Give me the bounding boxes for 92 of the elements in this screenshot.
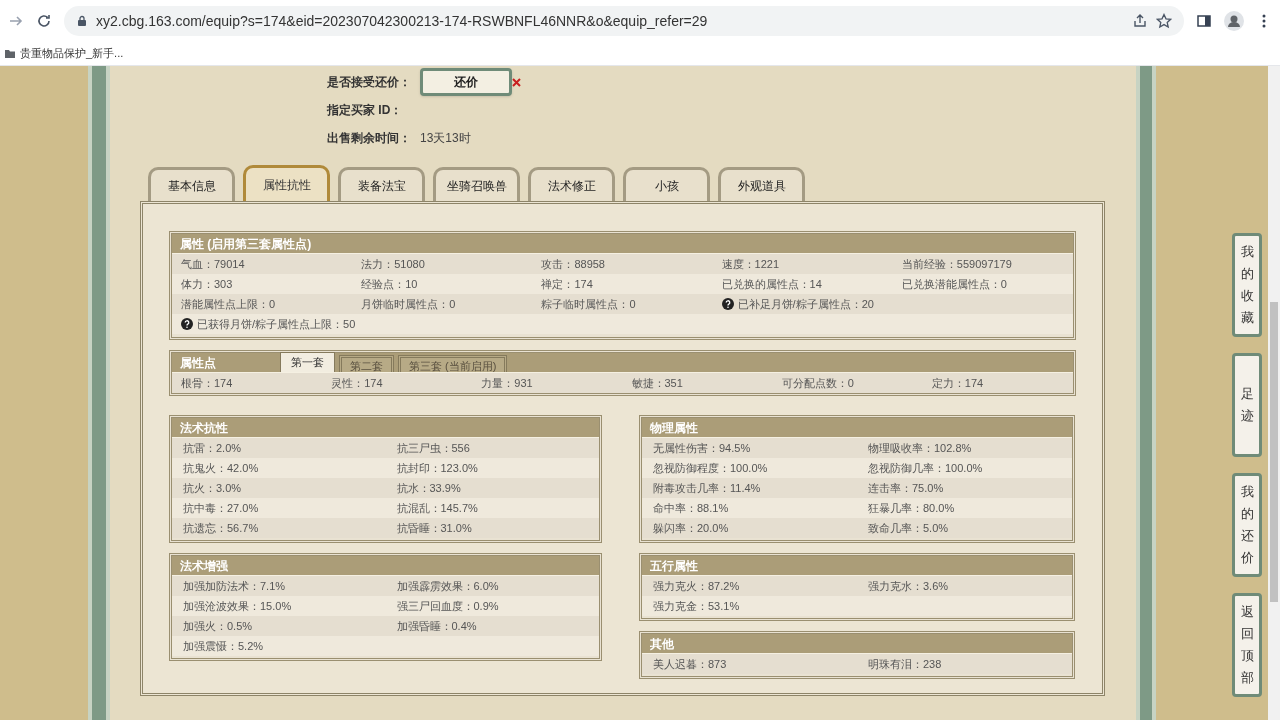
attribute-text: 强力克火：87.2% [653,578,740,594]
attribute-text: 抗混乱：145.7% [396,500,478,516]
field-label: 出售剩余时间： [327,130,410,147]
attribute-text: 抗火：3.0% [183,480,242,496]
attribute-text: 速度：1221 [721,256,780,272]
attribute-text: 根骨：174 [181,375,233,391]
section-header: 其他 [642,634,1072,654]
bookmark-link[interactable]: 贵重物品保护_新手... [20,45,124,62]
attribute-text: 抗三尸虫：556 [396,440,470,456]
help-icon[interactable] [721,298,734,310]
attribute-text: 加强火：0.5% [183,618,253,634]
attribute-text: 狂暴几率：80.0% [868,500,955,516]
address-bar[interactable]: xy2.cbg.163.com/equip?s=174&eid=202307042300213-174-RSWBNFL46NNR&o&equip_refer=29 [64,6,1184,36]
star-icon[interactable] [1156,13,1172,29]
attribute-text: 敏捷：351 [631,375,683,391]
field-label: 是否接受还价： [327,74,410,91]
field-value: 13天13时 [420,130,471,147]
tab[interactable]: 外观道具 [718,167,805,201]
counter-offer-button[interactable]: 还价 [420,68,512,96]
side-button[interactable]: 我的还价 [1232,473,1262,577]
attribute-text: 抗遗忘：56.7% [183,520,259,536]
attribute-text: 加强加防法术：7.1% [183,578,286,594]
attribute-text: 躲闪率：20.0% [653,520,729,536]
tab[interactable]: 属性抗性 [243,165,330,201]
attribute-text: 抗雷：2.0% [183,440,242,456]
sidebar-icon[interactable] [1196,13,1212,29]
attribute-text: 抗水：33.9% [396,480,461,496]
section-header: 五行属性 [642,556,1072,576]
attribute-text: 经验点：10 [361,276,418,292]
attribute-text: 致命几率：5.0% [868,520,949,536]
tab[interactable]: 法术修正 [528,167,615,201]
attribute-text: 定力：174 [931,375,984,391]
attribute-text: 加强昏睡：0.4% [396,618,477,634]
help-icon[interactable] [181,318,193,330]
tab[interactable]: 第一套 [280,352,335,372]
attribute-text: 已兑换潜能属性点：0 [901,276,1007,292]
attribute-text: 无属性伤害：94.5% [653,440,751,456]
attribute-text: 体力：303 [181,276,233,292]
attribute-text: 美人迟暮：873 [653,656,727,672]
side-button[interactable]: 足迹 [1232,353,1262,457]
attribute-text: 气血：79014 [181,256,245,272]
reload-icon[interactable] [36,13,52,29]
attribute-text: 物理吸收率：102.8% [868,440,972,456]
side-button[interactable]: 返回顶部 [1232,593,1262,697]
attribute-text: 已获得月饼/粽子属性点上限：50 [197,316,356,332]
url-text: xy2.cbg.163.com/equip?s=174&eid=202307042300213-174-RSWBNFL46NNR&o&equip_refer=29 [96,11,709,31]
attribute-text: 月饼临时属性点：0 [361,296,456,312]
attribute-text: 命中率：88.1% [653,500,729,516]
tab[interactable]: 小孩 [623,167,710,201]
profile-icon[interactable] [1224,11,1244,31]
attribute-text: 力量：931 [481,375,533,391]
attribute-text: 强力克水：3.6% [868,578,949,594]
tab[interactable]: 装备法宝 [338,167,425,201]
attribute-text: 当前经验：559097179 [901,256,1012,272]
field-label: 指定买家 ID： [327,102,404,119]
attribute-text: 抗封印：123.0% [396,460,478,476]
attribute-text: 潜能属性点上限：0 [181,296,276,312]
attribute-text: 忽视防御几率：100.0% [868,460,983,476]
attribute-text: 强三尸回血度：0.9% [396,598,499,614]
attribute-text: 已兑换的属性点：14 [721,276,822,292]
attribute-text: 粽子临时属性点：0 [541,296,636,312]
attribute-text: 连击率：75.0% [868,480,944,496]
attribute-text: 法力：51080 [361,256,425,272]
folder-icon [4,47,16,60]
attribute-text: 加强震慑：5.2% [183,638,264,654]
tab[interactable]: 第二套 [339,355,394,372]
attribute-text: 强力克金：53.1% [653,598,740,614]
attribute-text: 抗中毒：27.0% [183,500,259,516]
attribute-text: 抗昏睡：31.0% [396,520,472,536]
tab[interactable]: 基本信息 [148,167,235,201]
attribute-text: 加强沧波效果：15.0% [183,598,292,614]
share-icon[interactable] [1132,13,1148,29]
attribute-text: 忽视防御程度：100.0% [653,460,768,476]
close-icon[interactable] [512,77,521,87]
attribute-text: 灵性：174 [331,375,383,391]
scrollbar[interactable] [1268,66,1280,720]
section-header: 属性 (启用第三套属性点) [172,234,1073,254]
attribute-text: 附毒攻击几率：11.4% [653,480,761,496]
side-button[interactable]: 我的收藏 [1232,233,1262,337]
attribute-text: 加强霹雳效果：6.0% [396,578,499,594]
section-header: 法术增强 [172,556,599,576]
attribute-text: 已补足月饼/粽子属性点：20 [737,296,874,312]
section-header: 法术抗性 [172,418,599,438]
attribute-text: 抗鬼火：42.0% [183,460,259,476]
attribute-text: 攻击：88958 [541,256,605,272]
attribute-text: 可分配点数：0 [781,375,854,391]
section-header: 物理属性 [642,418,1072,438]
attribute-text: 明珠有泪：238 [868,656,942,672]
lock-icon [76,15,88,27]
section-header: 属性点 [179,354,217,372]
attribute-text: 禅定：174 [541,276,593,292]
tab[interactable]: 坐骑召唤兽 [433,167,520,201]
